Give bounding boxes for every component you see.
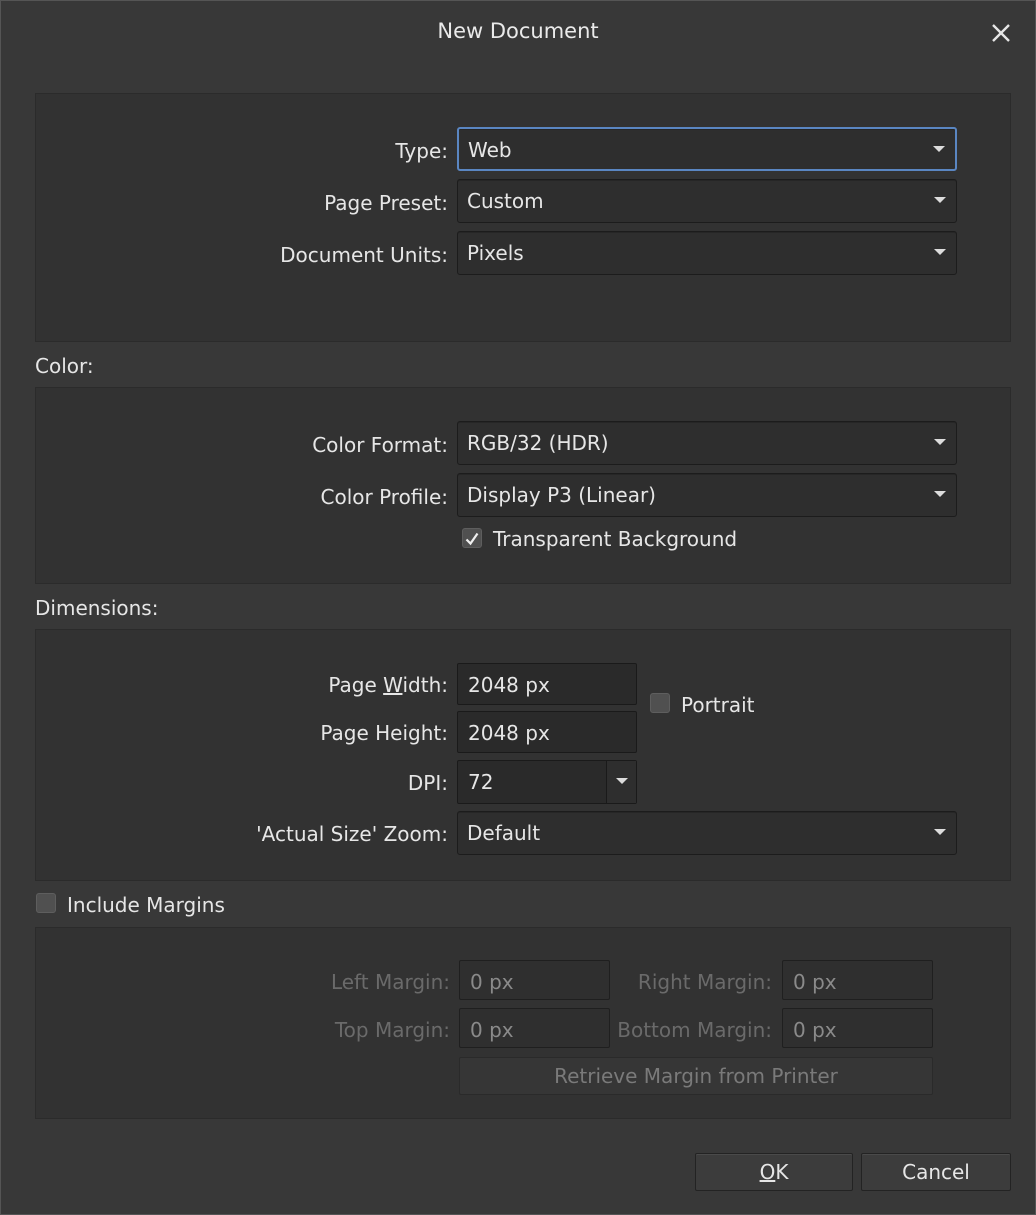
portrait-checkbox[interactable] <box>650 693 670 713</box>
bottom-margin-value: 0 px <box>793 1018 837 1042</box>
document-units-value: Pixels <box>467 241 524 265</box>
color-format-label: Color Format: <box>312 433 448 457</box>
right-margin-value: 0 px <box>793 970 837 994</box>
chevron-down-icon <box>934 249 946 255</box>
dpi-label: DPI: <box>407 771 448 795</box>
document-units-label: Document Units: <box>280 243 448 267</box>
transparent-background-label[interactable]: Transparent Background <box>493 527 737 551</box>
chevron-down-icon <box>934 491 946 497</box>
chevron-down-icon <box>934 197 946 203</box>
actual-size-zoom-label: 'Actual Size' Zoom: <box>256 822 448 846</box>
retrieve-margin-button[interactable]: Retrieve Margin from Printer <box>459 1057 933 1095</box>
new-document-dialog: New Document Type: Web Page Preset: Cust… <box>0 0 1036 1215</box>
color-section-label: Color: <box>35 354 94 378</box>
type-label: Type: <box>395 139 448 163</box>
bottom-margin-label: Bottom Margin: <box>617 1018 772 1042</box>
page-preset-dropdown[interactable]: Custom <box>457 179 957 223</box>
checkmark-icon <box>465 532 479 546</box>
include-margins-label[interactable]: Include Margins <box>67 893 225 917</box>
color-profile-dropdown[interactable]: Display P3 (Linear) <box>457 473 957 517</box>
right-margin-input[interactable]: 0 px <box>782 960 933 1000</box>
page-height-label: Page Height: <box>320 721 448 745</box>
type-dropdown[interactable]: Web <box>457 127 957 171</box>
dialog-title: New Document <box>437 19 599 43</box>
chevron-down-icon <box>934 439 946 445</box>
actual-size-zoom-value: Default <box>467 821 541 845</box>
type-value: Web <box>468 138 512 162</box>
color-profile-label: Color Profile: <box>320 485 449 509</box>
left-margin-label: Left Margin: <box>330 970 450 994</box>
include-margins-checkbox[interactable] <box>36 893 56 913</box>
color-format-value: RGB/32 (HDR) <box>467 431 609 455</box>
top-margin-input[interactable]: 0 px <box>459 1008 610 1048</box>
chevron-down-icon <box>933 146 945 152</box>
ok-button[interactable]: OK <box>695 1153 853 1191</box>
top-margin-label: Top Margin: <box>334 1018 450 1042</box>
top-margin-value: 0 px <box>470 1018 514 1042</box>
left-margin-input[interactable]: 0 px <box>459 960 610 1000</box>
color-profile-value: Display P3 (Linear) <box>467 483 656 507</box>
portrait-label[interactable]: Portrait <box>681 693 755 717</box>
bottom-margin-input[interactable]: 0 px <box>782 1008 933 1048</box>
page-height-input[interactable]: 2048 px <box>457 711 637 753</box>
page-height-value: 2048 px <box>468 721 550 745</box>
document-units-dropdown[interactable]: Pixels <box>457 231 957 275</box>
dpi-dropdown-button[interactable] <box>606 761 636 803</box>
page-width-value: 2048 px <box>468 673 550 697</box>
left-margin-value: 0 px <box>470 970 514 994</box>
dpi-value: 72 <box>468 770 494 794</box>
transparent-background-checkbox[interactable] <box>462 528 482 548</box>
page-preset-label: Page Preset: <box>324 191 448 215</box>
dpi-combo[interactable]: 72 <box>457 760 637 804</box>
color-format-dropdown[interactable]: RGB/32 (HDR) <box>457 421 957 465</box>
dimensions-section-label: Dimensions: <box>35 596 159 620</box>
page-width-input[interactable]: 2048 px <box>457 663 637 705</box>
page-width-label: Page Width: <box>328 673 448 697</box>
page-preset-value: Custom <box>467 189 544 213</box>
actual-size-zoom-dropdown[interactable]: Default <box>457 811 957 855</box>
chevron-down-icon <box>934 829 946 835</box>
close-icon[interactable] <box>985 17 1017 49</box>
cancel-button[interactable]: Cancel <box>861 1153 1011 1191</box>
title-bar: New Document <box>1 1 1035 65</box>
right-margin-label: Right Margin: <box>637 970 772 994</box>
chevron-down-icon <box>616 778 628 784</box>
